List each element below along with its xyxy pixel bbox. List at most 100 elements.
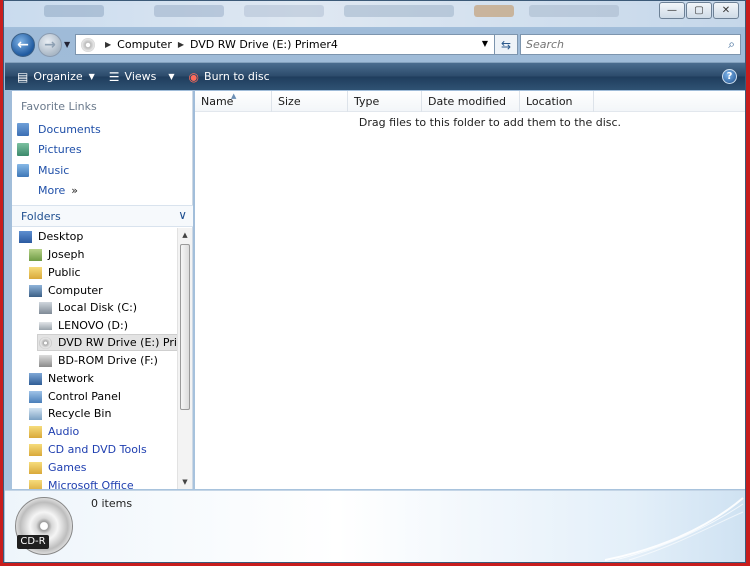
tree-item-joseph[interactable]: Joseph	[29, 246, 84, 263]
column-type[interactable]: Type	[348, 91, 422, 112]
column-size[interactable]: Size	[272, 91, 348, 112]
close-icon[interactable]: ✕	[713, 2, 739, 19]
column-label: Type	[354, 95, 380, 108]
tree-item-microsoft-office[interactable]: Microsoft Office	[29, 477, 134, 489]
tree-item-label: Computer	[48, 284, 103, 297]
favorite-label: Pictures	[38, 143, 82, 156]
views-icon: ☰	[108, 69, 120, 84]
forward-button[interactable]: →	[38, 33, 62, 57]
decorative-swoosh	[605, 497, 744, 561]
tree-item-recycle-bin[interactable]: Recycle Bin	[29, 405, 111, 422]
navigation-pane: Favorite Links Documents Pictures Music …	[12, 91, 193, 489]
favorite-label: Documents	[38, 123, 101, 136]
tree-item-desktop[interactable]: Desktop	[19, 228, 83, 245]
sort-ascending-icon: ▲	[231, 92, 237, 100]
tree-item-network[interactable]: Network	[29, 370, 94, 387]
folder-icon	[29, 425, 42, 438]
command-bar: ▤ Organize ▼ ☰ Views ▼ ◉ Burn to disc ?	[5, 62, 745, 90]
folder-icon	[29, 266, 42, 279]
breadcrumb-computer[interactable]: Computer	[117, 38, 172, 51]
breadcrumb-separator-icon[interactable]: ▶	[105, 40, 111, 49]
column-name[interactable]: Name ▲	[195, 91, 272, 112]
column-location[interactable]: Location	[520, 91, 594, 112]
column-label: Size	[278, 95, 301, 108]
search-icon[interactable]: ⌕	[728, 37, 735, 52]
address-dropdown-icon[interactable]: ▼	[482, 39, 488, 48]
tree-item-dvd-drive[interactable]: DVD RW Drive (E:) Primer4	[37, 334, 178, 351]
folder-icon	[29, 443, 42, 456]
dvd-drive-icon	[81, 37, 95, 52]
favorite-more[interactable]: More »	[38, 184, 78, 197]
bd-rom-icon	[39, 354, 52, 367]
favorite-music[interactable]: Music	[17, 164, 69, 177]
tree-item-computer[interactable]: Computer	[29, 282, 103, 299]
tree-item-bd-rom[interactable]: BD-ROM Drive (F:)	[39, 352, 158, 369]
desktop-icon	[19, 230, 32, 243]
tree-item-label: Audio	[48, 425, 80, 438]
scroll-down-icon[interactable]: ▼	[178, 475, 192, 489]
blurred-taskbar-item	[344, 5, 454, 17]
blurred-taskbar-item	[244, 5, 324, 17]
minimize-icon[interactable]: —	[659, 2, 685, 19]
breadcrumb-separator-icon[interactable]: ▶	[178, 40, 184, 49]
tree-item-games[interactable]: Games	[29, 459, 86, 476]
refresh-button[interactable]: ⇆	[494, 34, 518, 55]
tree-item-lenovo[interactable]: LENOVO (D:)	[39, 317, 128, 334]
tree-item-public[interactable]: Public	[29, 264, 81, 281]
column-headers: Name ▲ Size Type Date modified Location	[195, 91, 745, 112]
arrow-left-icon: ←	[17, 37, 29, 53]
scroll-up-icon[interactable]: ▲	[178, 228, 192, 242]
file-list[interactable]: Name ▲ Size Type Date modified Location …	[195, 91, 745, 489]
drive-icon	[39, 321, 52, 330]
tree-item-label: Network	[48, 372, 94, 385]
back-button[interactable]: ←	[11, 33, 35, 57]
tree-item-local-disk[interactable]: Local Disk (C:)	[39, 299, 137, 316]
favorite-pictures[interactable]: Pictures	[17, 143, 82, 156]
user-folder-icon	[29, 248, 42, 261]
scrollbar-thumb[interactable]	[180, 244, 190, 410]
views-button[interactable]: ☰ Views ▼	[109, 70, 175, 84]
title-bar: — ▢ ✕	[4, 1, 745, 27]
caption-buttons: — ▢ ✕	[659, 2, 739, 19]
address-row: ← → ▼ ▶ Computer ▶ DVD RW Drive (E:) Pri…	[4, 30, 745, 60]
folders-title: Folders	[21, 210, 61, 223]
organize-label: Organize	[33, 70, 83, 83]
organize-button[interactable]: ▤ Organize ▼	[17, 70, 95, 84]
breadcrumb-dvd-drive[interactable]: DVD RW Drive (E:) Primer4	[190, 38, 338, 51]
tree-item-label: BD-ROM Drive (F:)	[58, 354, 158, 367]
folder-icon	[29, 461, 42, 474]
explorer-window: — ▢ ✕ ← → ▼ ▶ Computer ▶ DVD RW Drive (E…	[3, 0, 746, 563]
views-label: Views	[124, 70, 157, 83]
music-icon	[17, 164, 29, 177]
column-date-modified[interactable]: Date modified	[422, 91, 520, 112]
refresh-icon: ⇆	[500, 37, 512, 52]
folder-tree-scrollbar[interactable]: ▲ ▼	[177, 228, 192, 489]
documents-icon	[17, 123, 29, 136]
folder-tree: Desktop Joseph Public Computer Local Dis…	[12, 228, 178, 489]
disc-type-label: CD-R	[17, 535, 49, 549]
blurred-taskbar-item	[44, 5, 104, 17]
tree-item-cd-dvd-tools[interactable]: CD and DVD Tools	[29, 441, 147, 458]
tree-item-label: DVD RW Drive (E:) Primer4	[58, 336, 178, 349]
dvd-drive-icon	[39, 336, 52, 349]
favorite-documents[interactable]: Documents	[17, 123, 101, 136]
folder-icon	[29, 479, 42, 489]
column-label: Location	[526, 95, 573, 108]
tree-item-control-panel[interactable]: Control Panel	[29, 388, 121, 405]
folders-header[interactable]: Folders ∨	[12, 205, 193, 227]
address-bar[interactable]: ▶ Computer ▶ DVD RW Drive (E:) Primer4 ▼	[75, 34, 495, 55]
column-label: Name	[201, 95, 234, 108]
tree-item-label: Games	[48, 461, 87, 474]
arrow-right-icon: →	[44, 37, 56, 53]
tree-item-label: Local Disk (C:)	[58, 301, 138, 314]
favorite-label: More	[38, 184, 66, 197]
chevron-down-icon: ▼	[168, 72, 175, 81]
burn-to-disc-button[interactable]: ◉ Burn to disc	[189, 70, 270, 84]
search-input[interactable]	[521, 35, 711, 54]
tree-item-audio[interactable]: Audio	[29, 423, 79, 440]
help-icon[interactable]: ?	[722, 69, 737, 84]
recent-pages-dropdown[interactable]: ▼	[64, 40, 70, 49]
tree-item-label: Microsoft Office	[48, 479, 134, 489]
maximize-icon[interactable]: ▢	[686, 2, 712, 19]
favorite-label: Music	[38, 164, 70, 177]
